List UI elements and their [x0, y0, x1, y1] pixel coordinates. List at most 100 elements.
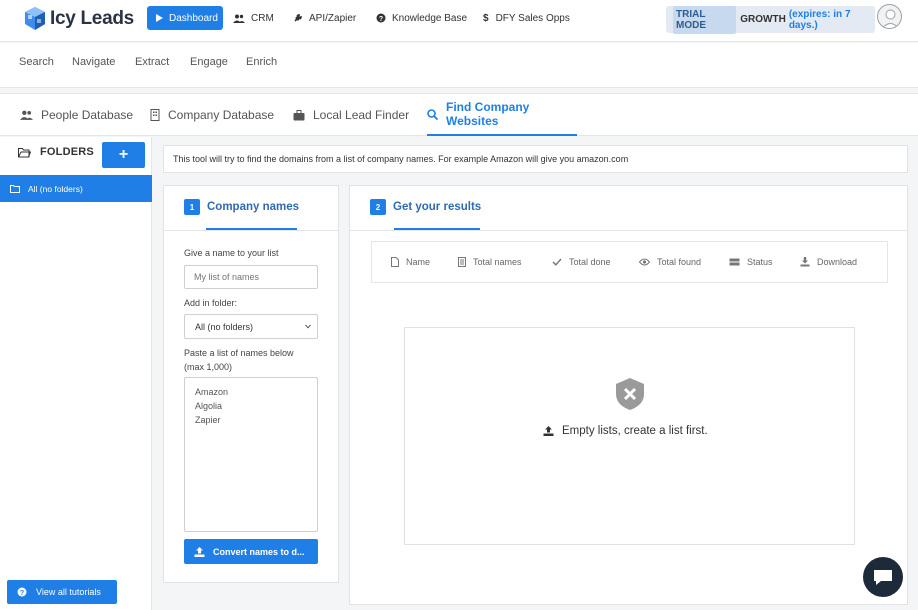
divider	[164, 230, 338, 231]
logo[interactable]: Icy Leads	[24, 5, 134, 33]
nav-label: Dashboard	[169, 12, 218, 24]
empty-message: Empty lists, create a list first.	[543, 425, 708, 437]
company-names-panel: 1 Company names Give a name to your list…	[163, 185, 339, 583]
name-line: Algolia	[195, 401, 223, 411]
col-label: Total done	[569, 257, 611, 267]
tab-bar: People Database Company Database Local L…	[0, 93, 918, 136]
nav-label: DFY Sales Opps	[495, 12, 570, 24]
question-circle-icon: ?	[17, 587, 27, 597]
secondary-menu: Search Navigate Extract Engage Enrich	[0, 43, 918, 88]
menu-extract[interactable]: Extract	[135, 56, 169, 68]
search-icon	[427, 108, 438, 120]
list-icon	[458, 257, 466, 267]
col-label: Total names	[473, 257, 522, 267]
logo-text: Icy Leads	[50, 8, 134, 29]
nav-label: API/Zapier	[309, 12, 357, 24]
add-folder-button[interactable]: +	[102, 142, 145, 168]
file-icon	[391, 257, 399, 267]
tab-label: People Database	[41, 108, 134, 122]
col-total-done[interactable]: Total done	[552, 242, 611, 282]
folder-label: Add in folder:	[184, 298, 238, 308]
plug-icon	[293, 13, 303, 23]
play-icon	[155, 14, 163, 22]
server-icon	[729, 258, 740, 266]
folder-icon	[10, 184, 20, 193]
step-number: 2	[370, 199, 386, 215]
col-total-found[interactable]: Total found	[639, 242, 701, 282]
trial-status-badge[interactable]: TRIAL MODE GROWTH (expires: in 7 days.)	[666, 5, 875, 34]
empty-state-box: Empty lists, create a list first.	[404, 327, 855, 545]
avatar[interactable]	[877, 4, 902, 29]
tab-local-lead-finder[interactable]: Local Lead Finder	[293, 94, 409, 136]
col-name[interactable]: Name	[391, 242, 430, 282]
upload-icon	[194, 546, 205, 557]
col-label: Name	[406, 257, 431, 267]
dollar-icon: $	[483, 12, 489, 24]
chevron-down-icon	[305, 324, 311, 329]
step-title: Get your results	[393, 201, 482, 213]
users-icon	[20, 110, 33, 120]
folders-title: FOLDERS	[40, 146, 94, 158]
folder-select-value: All (no folders)	[195, 321, 254, 332]
step-1-header[interactable]: 1 Company names	[184, 199, 299, 215]
shield-x-icon	[614, 377, 646, 411]
nav-label: Knowledge Base	[392, 12, 468, 24]
tab-find-company-websites[interactable]: Find Company Websites	[427, 94, 577, 136]
folders-sidebar: FOLDERS + All (no folders) ? View all tu…	[0, 137, 152, 610]
results-panel: 2 Get your results Name Total names Tota…	[349, 185, 908, 605]
menu-navigate[interactable]: Navigate	[72, 56, 115, 68]
view-tutorials-button[interactable]: ? View all tutorials	[7, 580, 117, 604]
svg-text:?: ?	[20, 590, 24, 597]
nav-dfy-sales-opps[interactable]: $ DFY Sales Opps	[483, 6, 570, 30]
nav-knowledge-base[interactable]: ? Knowledge Base	[376, 6, 467, 30]
paste-label: Paste a list of names below	[184, 348, 294, 358]
eye-icon	[639, 258, 650, 266]
question-circle-icon: ?	[376, 13, 386, 23]
col-total-names[interactable]: Total names	[458, 242, 522, 282]
cube-logo-icon	[25, 7, 45, 30]
tab-people-database[interactable]: People Database	[20, 94, 133, 136]
nav-dashboard[interactable]: Dashboard	[147, 6, 223, 30]
folder-select[interactable]: All (no folders)	[184, 314, 318, 339]
menu-search[interactable]: Search	[19, 56, 54, 68]
tab-label: Local Lead Finder	[313, 108, 410, 122]
chat-button[interactable]	[863, 557, 903, 597]
col-download[interactable]: Download	[800, 242, 857, 282]
tutorial-label: View all tutorials	[36, 587, 101, 597]
tab-company-database[interactable]: Company Database	[150, 94, 274, 136]
svg-text:?: ?	[379, 16, 383, 23]
building-icon	[150, 109, 160, 121]
menu-enrich[interactable]: Enrich	[246, 56, 277, 68]
users-icon	[233, 14, 245, 23]
plan-name: GROWTH	[740, 14, 786, 25]
col-label: Total found	[657, 257, 702, 267]
folder-label: All (no folders)	[28, 183, 83, 194]
divider	[350, 230, 907, 231]
nav-crm[interactable]: CRM	[233, 6, 274, 30]
nav-api-zapier[interactable]: API/Zapier	[293, 6, 356, 30]
tab-label: Company Database	[168, 108, 275, 122]
trial-mode-tag: TRIAL MODE	[673, 5, 737, 34]
convert-names-button[interactable]: Convert names to d...	[184, 539, 318, 564]
info-text: This tool will try to find the domains f…	[173, 154, 629, 164]
company-names-textarea[interactable]: Amazon Algolia Zapier	[184, 377, 318, 532]
trial-expiry: (expires: in 7 days.)	[788, 8, 851, 31]
results-table-header: Name Total names Total done Total found …	[371, 241, 888, 283]
step-title: Company names	[207, 201, 300, 213]
menu-engage[interactable]: Engage	[190, 56, 228, 68]
plus-icon: +	[118, 146, 129, 163]
step-2-header[interactable]: 2 Get your results	[370, 199, 481, 215]
list-name-label: Give a name to your list	[184, 248, 279, 258]
folder-item-all[interactable]: All (no folders)	[0, 175, 152, 202]
list-name-input[interactable]	[184, 265, 318, 289]
col-status[interactable]: Status	[729, 242, 773, 282]
empty-message-text: Empty lists, create a list first.	[562, 425, 708, 437]
briefcase-icon	[293, 109, 305, 121]
nav-label: CRM	[251, 12, 274, 24]
folder-open-icon	[18, 147, 31, 158]
step-number: 1	[184, 199, 200, 215]
check-icon	[552, 258, 562, 266]
paste-max-label: (max 1,000)	[184, 362, 233, 372]
download-icon	[800, 257, 810, 267]
col-label: Download	[817, 257, 858, 267]
